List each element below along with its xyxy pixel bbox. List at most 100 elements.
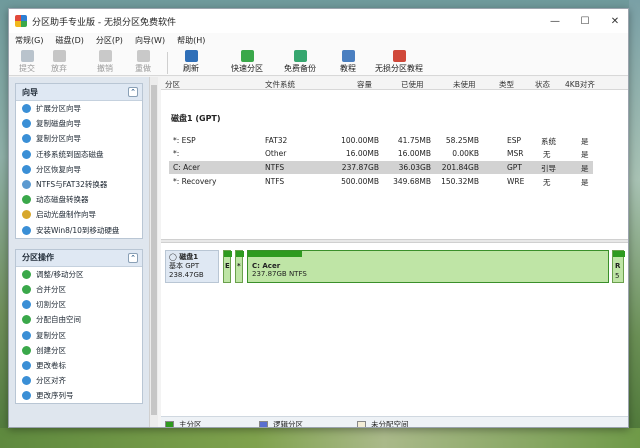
refresh-label: 刷新 (183, 64, 199, 73)
refresh-button[interactable]: 刷新 (183, 50, 199, 74)
menu-wizard[interactable]: 向导(W) (135, 35, 165, 46)
col-unused[interactable]: 未使用 (453, 79, 476, 90)
menu-bar: 常规(G) 磁盘(D) 分区(P) 向导(W) 帮助(H) (9, 33, 628, 48)
wizard-item-dynamic-disk[interactable]: 动态磁盘转换器 (16, 192, 142, 207)
table-row[interactable]: *: ESP FAT32 100.00MB 41.75MB 58.25MB ES… (169, 134, 593, 147)
wizard-item-label: NTFS与FAT32转换器 (36, 180, 108, 190)
op-label-change[interactable]: 更改卷标 (16, 358, 142, 373)
cell-used: 36.03GB (398, 163, 431, 172)
wizard-item-copy-disk[interactable]: 复制磁盘向导 (16, 116, 142, 131)
table-row-selected[interactable]: C: Acer NTFS 237.87GB 36.03GB 201.84GB G… (169, 161, 593, 174)
cell-filesystem: NTFS (265, 177, 285, 186)
copy-disk-icon (22, 119, 31, 129)
col-type[interactable]: 类型 (499, 79, 514, 90)
wizard-item-recovery[interactable]: 分区恢复向导 (16, 162, 142, 177)
menu-general[interactable]: 常规(G) (15, 35, 43, 46)
submit-button[interactable]: 提交 (19, 50, 35, 74)
maximize-button[interactable]: ☐ (570, 9, 600, 33)
sidebar-scroll-thumb[interactable] (151, 85, 157, 415)
toolbar-separator (167, 52, 168, 74)
wizard-panel: 向导 ⌃ 扩展分区向导 复制磁盘向导 复制分区向导 迁移系统到固态磁盘 分区恢复… (15, 83, 143, 239)
wizard-item-copy-partition[interactable]: 复制分区向导 (16, 131, 142, 146)
cell-partition: *: ESP (173, 136, 196, 145)
copy-icon (22, 330, 31, 340)
merge-icon (22, 284, 31, 294)
discard-button[interactable]: 放弃 (51, 50, 67, 74)
lossless-tutorial-label: 无损分区教程 (375, 64, 423, 73)
wizard-item-extend[interactable]: 扩展分区向导 (16, 101, 142, 116)
quick-partition-icon (240, 50, 254, 62)
op-label: 合并分区 (36, 284, 66, 294)
legend-logical-swatch (259, 420, 268, 427)
app-window: 分区助手专业版 - 无损分区免费软件 — ☐ ✕ 常规(G) 磁盘(D) 分区(… (8, 8, 629, 428)
cell-status: 无 (543, 178, 551, 187)
close-button[interactable]: ✕ (600, 9, 628, 33)
op-resize-move[interactable]: 调整/移动分区 (16, 267, 142, 282)
wizard-panel-title: 向导 (22, 87, 38, 97)
disk-block-esp[interactable]: E (223, 250, 232, 283)
wizard-item-label: 复制磁盘向导 (36, 119, 81, 129)
migrate-os-icon (22, 149, 31, 159)
wizard-item-boot-cd[interactable]: 启动光盘制作向导 (16, 207, 142, 222)
disk-block-recovery[interactable]: R 5 (612, 250, 625, 283)
sidebar-scrollbar[interactable] (149, 77, 158, 427)
submit-label: 提交 (19, 64, 35, 73)
cell-type: GPT (507, 163, 522, 172)
wizard-item-ntfs-fat32[interactable]: NTFS与FAT32转换器 (16, 177, 142, 192)
disk-label[interactable]: ◯ 磁盘1 基本 GPT 238.47GB (165, 250, 219, 283)
quick-partition-button[interactable]: 快速分区 (231, 50, 263, 74)
table-row[interactable]: *: Recovery NTFS 500.00MB 349.68MB 150.3… (169, 175, 593, 188)
op-serial[interactable]: 更改序列号 (16, 388, 142, 403)
collapse-wizard-button[interactable]: ⌃ (128, 87, 138, 97)
free-backup-button[interactable]: 免费备份 (284, 50, 316, 74)
window-title: 分区助手专业版 - 无损分区免费软件 (32, 17, 176, 28)
menu-partition[interactable]: 分区(P) (96, 35, 123, 46)
table-row[interactable]: *: Other 16.00MB 16.00MB 0.00KB MSR 无 是 (169, 147, 593, 160)
toolbar: 提交 放弃 撤销 重做 刷新 快速分区 免费备份 教程 无损分区教程 (9, 48, 628, 76)
cell-capacity: 237.87GB (341, 163, 379, 172)
allocate-icon (22, 315, 31, 325)
align-icon (22, 376, 31, 386)
cell-unused: 150.32MB (441, 177, 479, 186)
wizard-item-migrate-os[interactable]: 迁移系统到固态磁盘 (16, 147, 142, 162)
disk-block-msr[interactable]: * (235, 250, 244, 283)
lossless-tutorial-button[interactable]: 无损分区教程 (375, 50, 423, 74)
col-filesystem[interactable]: 文件系统 (265, 79, 295, 90)
op-align[interactable]: 分区对齐 (16, 373, 142, 388)
col-status[interactable]: 状态 (535, 79, 550, 90)
undo-button[interactable]: 撤销 (97, 50, 113, 74)
redo-button[interactable]: 重做 (135, 50, 151, 74)
cell-used: 349.68MB (393, 177, 431, 186)
split-icon (22, 300, 31, 310)
op-copy[interactable]: 复制分区 (16, 327, 142, 342)
op-label: 切割分区 (36, 300, 66, 310)
msr-used-bar (236, 251, 244, 257)
op-split[interactable]: 切割分区 (16, 297, 142, 312)
disk-icon: ◯ (169, 253, 180, 261)
col-partition[interactable]: 分区 (165, 79, 180, 90)
copy-partition-icon (22, 134, 31, 144)
disk-block-c[interactable]: C: Acer 237.87GB NTFS (247, 250, 609, 283)
undo-icon (98, 50, 112, 62)
col-capacity[interactable]: 容量 (357, 79, 372, 90)
partition-ops-panel: 分区操作 ⌃ 调整/移动分区 合并分区 切割分区 分配自由空间 复制分区 创建分… (15, 248, 143, 405)
discard-label: 放弃 (51, 64, 67, 73)
menu-help[interactable]: 帮助(H) (177, 35, 205, 46)
col-used[interactable]: 已使用 (401, 79, 424, 90)
op-allocate-free[interactable]: 分配自由空间 (16, 312, 142, 327)
label-icon (22, 360, 31, 370)
menu-disk[interactable]: 磁盘(D) (55, 35, 83, 46)
cell-aligned: 是 (581, 164, 589, 173)
op-merge[interactable]: 合并分区 (16, 282, 142, 297)
wizard-item-label: 启动光盘制作向导 (36, 210, 96, 220)
cell-status: 无 (543, 150, 551, 159)
pane-splitter[interactable] (161, 239, 628, 243)
minimize-button[interactable]: — (540, 9, 570, 33)
col-4k-aligned[interactable]: 4KB对齐 (565, 79, 595, 90)
collapse-ops-button[interactable]: ⌃ (128, 252, 138, 263)
cell-used: 16.00MB (397, 149, 431, 158)
op-create[interactable]: 创建分区 (16, 343, 142, 358)
wizard-item-win-to-go[interactable]: 安装Win8/10到移动硬盘 (16, 223, 142, 238)
c-used-bar (248, 251, 302, 257)
tutorial-button[interactable]: 教程 (340, 50, 356, 74)
